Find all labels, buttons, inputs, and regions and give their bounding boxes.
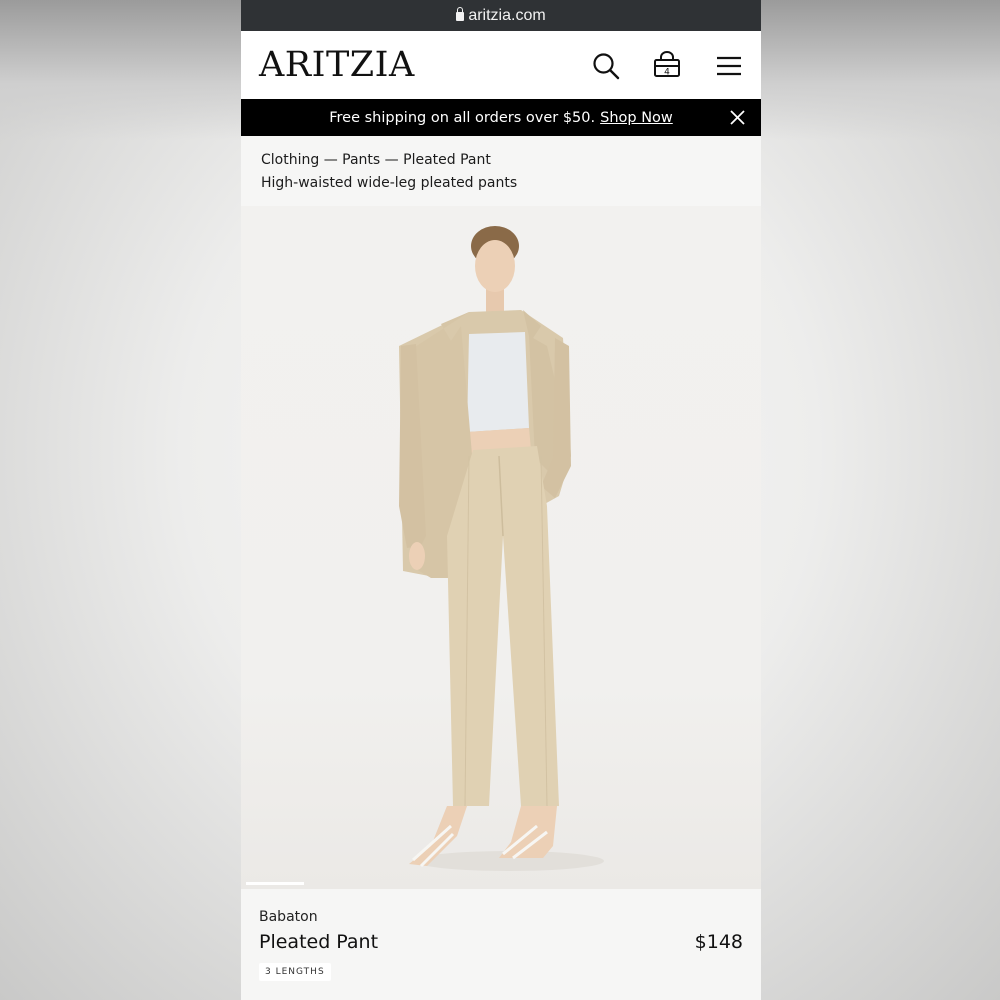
phone-screen: aritzia.com ARITZIA 4 Free shipping on a…: [241, 0, 761, 1000]
carousel-indicator[interactable]: [246, 882, 304, 885]
product-info: Babaton Pleated Pant $148 3 LENGTHS: [241, 889, 761, 1000]
lengths-badge: 3 LENGTHS: [259, 963, 331, 981]
hamburger-menu-icon[interactable]: [714, 51, 744, 81]
breadcrumb-area: Clothing — Pants — Pleated Pant High-wai…: [241, 136, 761, 206]
model-figure-illustration: [399, 226, 604, 871]
breadcrumb-separator: —: [380, 152, 404, 168]
brand-logo[interactable]: ARITZIA: [259, 45, 415, 85]
product-price: $148: [694, 931, 743, 953]
close-icon[interactable]: [730, 110, 745, 125]
browser-url-bar[interactable]: aritzia.com: [241, 0, 761, 31]
promo-text: Free shipping on all orders over $50.: [329, 109, 596, 126]
shopping-bag-icon[interactable]: 4: [652, 49, 682, 79]
search-icon[interactable]: [591, 51, 621, 81]
promo-banner: Free shipping on all orders over $50. Sh…: [241, 99, 761, 136]
lock-icon: [456, 7, 465, 21]
url-text: aritzia.com: [468, 6, 546, 24]
product-subtitle: High-waisted wide-leg pleated pants: [261, 175, 518, 191]
product-name[interactable]: Pleated Pant: [259, 931, 378, 953]
breadcrumb-pants[interactable]: Pants: [342, 152, 380, 168]
product-brand[interactable]: Babaton: [259, 909, 743, 925]
product-image[interactable]: [241, 206, 761, 889]
breadcrumb: Clothing — Pants — Pleated Pant: [261, 149, 741, 172]
shop-now-link[interactable]: Shop Now: [600, 110, 673, 126]
breadcrumb-separator: —: [319, 152, 343, 168]
breadcrumb-clothing[interactable]: Clothing: [261, 152, 319, 168]
bag-count: 4: [664, 68, 670, 78]
site-header: ARITZIA 4: [241, 31, 761, 99]
product-name-row: Pleated Pant $148: [259, 931, 743, 953]
breadcrumb-pleated-pant[interactable]: Pleated Pant: [403, 152, 491, 168]
